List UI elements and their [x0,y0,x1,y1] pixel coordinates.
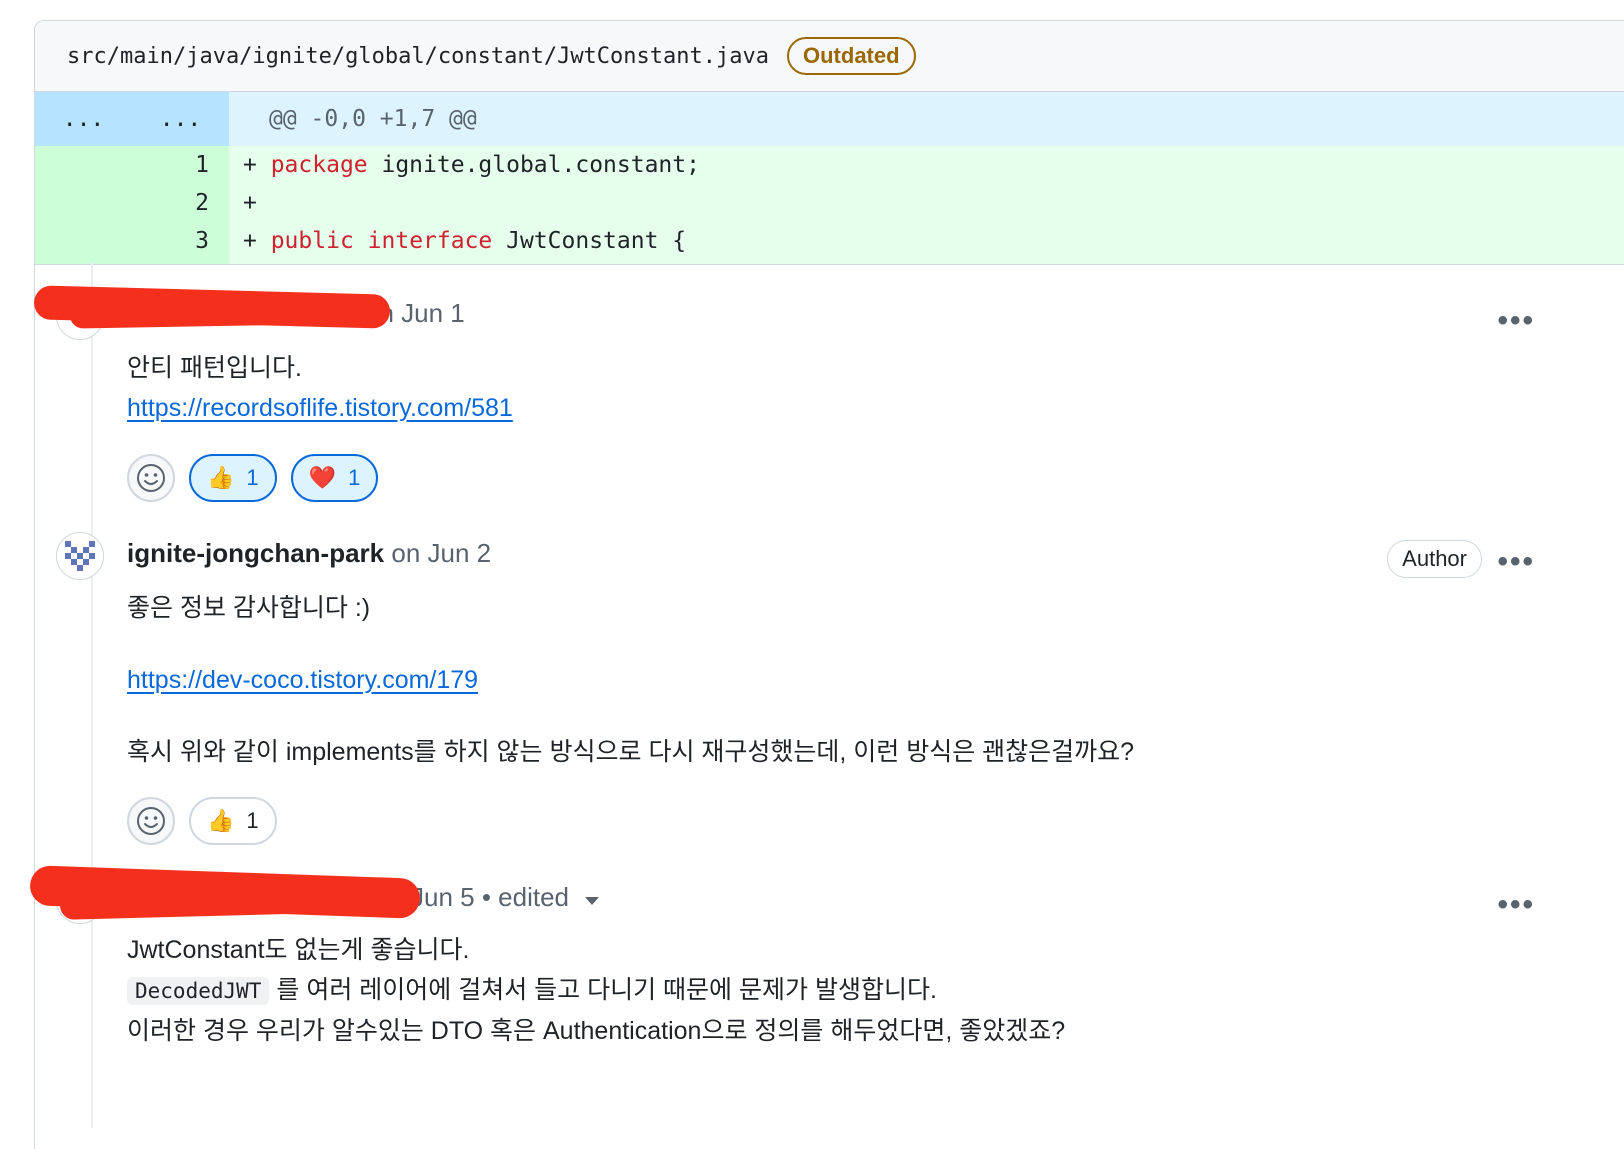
hunk-new-ellipsis[interactable]: ... [132,106,229,132]
reactions-bar: 👍 1 [127,797,277,845]
thumbs-up-icon: 👍 [207,808,235,833]
code-line: + [243,190,257,216]
kebab-horizontal-icon[interactable]: ••• [1497,547,1535,577]
add-reaction-button[interactable] [127,797,175,845]
thumbs-up-reaction[interactable]: 👍 1 [189,454,277,502]
inline-code: DecodedJWT [127,977,270,1005]
diff-line: 3 + public interface JwtConstant { [35,222,1624,260]
hunk-old-ellipsis[interactable]: ... [35,106,132,132]
diff-line: 1 + package ignite.global.constant; [35,146,1624,184]
identicon-icon [65,541,95,571]
comment-body: 좋은 정보 감사합니다 :) https://dev-coco.tistory.… [127,594,1135,766]
file-path[interactable]: src/main/java/ignite/global/constant/Jwt… [67,44,769,69]
outdated-badge: Outdated [787,37,916,75]
thumbs-up-icon: 👍 [207,465,235,490]
comment-link[interactable]: https://dev-coco.tistory.com/179 [127,666,478,694]
kebab-horizontal-icon[interactable]: ••• [1497,890,1535,920]
add-reaction-button[interactable] [127,454,175,502]
diff-table: ... ... @@ -0,0 +1,7 @@ 1 + package igni… [35,92,1624,265]
hunk-row: ... ... @@ -0,0 +1,7 @@ [35,92,1624,146]
code-line: + public interface JwtConstant { [243,228,687,254]
line-number[interactable]: 3 [132,228,229,254]
heart-reaction[interactable]: ❤️ 1 [290,454,379,502]
triangle-down-icon[interactable] [584,896,600,906]
hunk-expander[interactable]: ... ... [35,92,229,146]
smiley-icon [137,464,165,492]
thumbs-up-reaction[interactable]: 👍 1 [189,797,277,845]
comment-timestamp[interactable]: on Jun 2 [391,538,491,568]
avatar[interactable] [56,532,104,580]
comment-timestamp[interactable]: Jun 5 • edited [411,882,569,912]
hunk-header: @@ -0,0 +1,7 @@ [269,106,477,132]
comment-link[interactable]: https://recordsoflife.tistory.com/581 [127,394,513,422]
heart-icon: ❤️ [308,465,337,490]
thread-timeline [91,262,93,1128]
smiley-icon [137,807,165,835]
code-line: + package ignite.global.constant; [243,152,700,178]
comment-body: JwtConstant도 없는게 좋습니다. DecodedJWT 를 여러 레… [127,936,1066,1045]
redaction-mark [69,297,371,329]
line-number[interactable]: 2 [132,190,229,216]
file-header: src/main/java/ignite/global/constant/Jwt… [35,21,1624,92]
line-number[interactable]: 1 [132,152,229,178]
kebab-horizontal-icon[interactable]: ••• [1497,306,1535,336]
comment-header: ignite-jongchan-park on Jun 2 [127,538,491,569]
reactions-bar: 👍 1 ❤️ 1 [127,454,379,502]
comment-author[interactable]: ignite-jongchan-park [127,538,384,568]
comment-body: 안티 패턴입니다. https://recordsoflife.tistory.… [127,354,513,422]
diff-line: 2 + [35,184,1624,222]
author-badge: Author [1387,540,1482,578]
